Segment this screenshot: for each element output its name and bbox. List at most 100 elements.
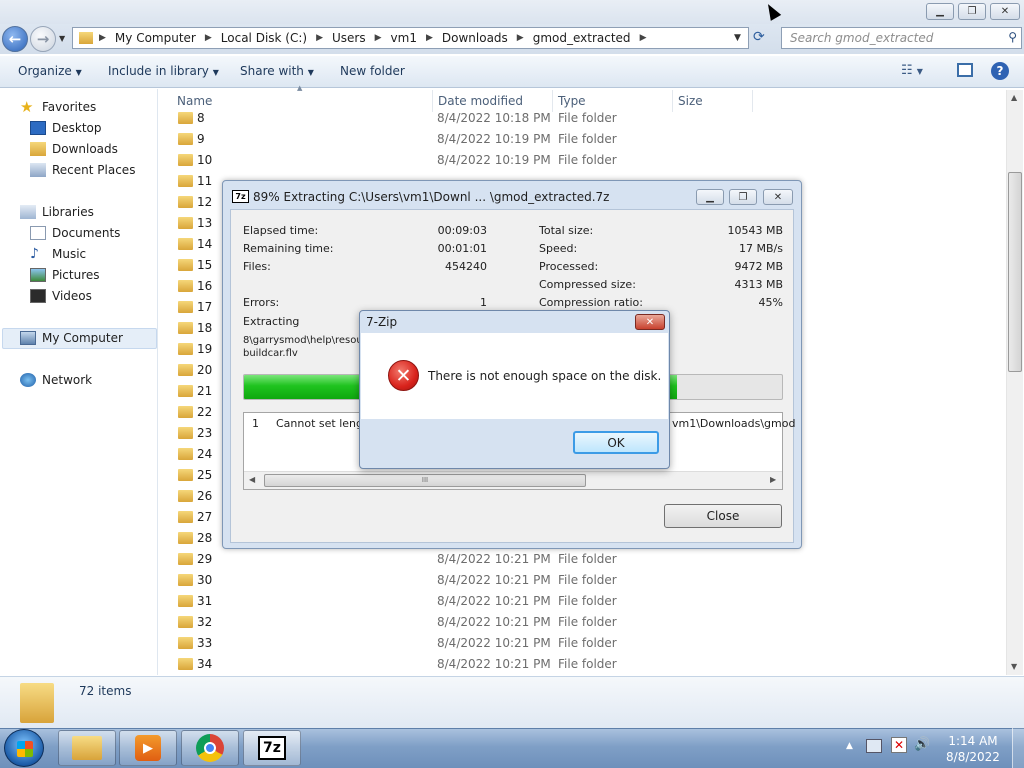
recent-pages-chevron-icon[interactable]: ▼ — [59, 34, 65, 43]
include-in-library-menu[interactable]: Include in library ▼ — [108, 64, 219, 78]
crumb-my-computer[interactable]: My Computer — [115, 31, 196, 45]
sidebar-item-pictures[interactable]: Pictures — [30, 268, 100, 282]
scroll-thumb[interactable] — [1008, 172, 1022, 372]
sidebar-item-network[interactable]: Network — [20, 373, 92, 387]
sidebar-item-desktop[interactable]: Desktop — [30, 121, 102, 135]
error-close-button[interactable]: ✕ — [635, 314, 665, 330]
organize-menu[interactable]: Organize ▼ — [18, 64, 82, 78]
file-row[interactable]: 29 8/4/2022 10:21 PM File folder — [160, 549, 1005, 570]
share-with-menu[interactable]: Share with ▼ — [240, 64, 314, 78]
scroll-left-arrow-icon[interactable]: ◀ — [249, 475, 255, 484]
crumb-users[interactable]: Users — [332, 31, 366, 45]
taskbar-7zip[interactable]: 7z — [243, 730, 301, 766]
item-count: 72 items — [79, 684, 132, 698]
folder-icon — [178, 133, 193, 145]
extract-minimize-button[interactable]: ▁ — [696, 189, 724, 205]
address-dropdown-icon[interactable]: ▼ — [734, 33, 741, 43]
horizontal-scroll-thumb[interactable]: III — [264, 474, 586, 487]
address-bar[interactable]: ▶ My Computer ▶ Local Disk (C:) ▶ Users … — [72, 27, 749, 49]
taskbar-media-player[interactable]: ▶ — [119, 730, 177, 766]
sidebar-item-recent-places[interactable]: Recent Places — [30, 163, 135, 177]
show-desktop-button[interactable] — [1012, 728, 1024, 768]
chevron-right-icon[interactable]: ▶ — [517, 33, 524, 43]
chevron-right-icon[interactable]: ▶ — [205, 33, 212, 43]
view-options-icon[interactable]: ☷ ▼ — [901, 63, 923, 78]
libraries-icon — [20, 205, 36, 219]
sidebar-item-downloads[interactable]: Downloads — [30, 142, 118, 156]
folder-icon — [178, 175, 193, 187]
sidebar-item-videos[interactable]: Videos — [30, 289, 92, 303]
system-clock[interactable]: 1:14 AM 8/8/2022 — [943, 733, 1003, 765]
folder-icon — [178, 553, 193, 565]
folder-icon — [178, 532, 193, 544]
extract-restore-button[interactable]: ❐ — [729, 189, 757, 205]
sidebar-item-music[interactable]: ♪ Music — [30, 247, 86, 261]
log-index: 1 — [252, 417, 259, 430]
file-row[interactable]: 30 8/4/2022 10:21 PM File folder — [160, 570, 1005, 591]
crumb-gmod-extracted[interactable]: gmod_extracted — [533, 31, 631, 45]
vertical-scrollbar[interactable]: ▲ ▼ — [1006, 90, 1023, 675]
preview-pane-icon[interactable] — [957, 63, 973, 77]
file-name: 27 — [197, 510, 213, 524]
restore-button[interactable]: ❐ — [958, 3, 986, 20]
file-row[interactable]: 8 8/4/2022 10:18 PM File folder — [160, 108, 1005, 129]
sidebar-item-documents[interactable]: Documents — [30, 226, 120, 240]
scroll-up-arrow-icon[interactable]: ▲ — [1011, 93, 1017, 102]
chevron-right-icon[interactable]: ▶ — [375, 33, 382, 43]
chevron-right-icon[interactable]: ▶ — [99, 33, 106, 43]
refresh-icon[interactable]: ⟳ — [753, 29, 765, 45]
file-row[interactable]: 10 8/4/2022 10:19 PM File folder — [160, 150, 1005, 171]
horizontal-scrollbar[interactable]: ◀ III ▶ — [244, 471, 782, 489]
show-hidden-icons-icon[interactable]: ▲ — [846, 741, 853, 751]
back-button[interactable]: ← — [2, 26, 28, 52]
file-row[interactable]: 31 8/4/2022 10:21 PM File folder — [160, 591, 1005, 612]
folder-large-icon — [20, 683, 54, 723]
folder-icon — [178, 595, 193, 607]
scroll-right-arrow-icon[interactable]: ▶ — [770, 475, 776, 484]
crumb-local-disk[interactable]: Local Disk (C:) — [221, 31, 307, 45]
chevron-right-icon[interactable]: ▶ — [640, 33, 647, 43]
file-row[interactable]: 32 8/4/2022 10:21 PM File folder — [160, 612, 1005, 633]
forward-button[interactable]: → — [30, 26, 56, 52]
file-type: File folder — [558, 111, 617, 125]
file-row[interactable]: 33 8/4/2022 10:21 PM File folder — [160, 633, 1005, 654]
new-folder-button[interactable]: New folder — [340, 64, 405, 78]
scroll-down-arrow-icon[interactable]: ▼ — [1011, 662, 1017, 671]
file-row[interactable]: 34 8/4/2022 10:21 PM File folder — [160, 654, 1005, 674]
close-button[interactable]: ✕ — [990, 3, 1020, 20]
file-date: 8/4/2022 10:19 PM — [437, 132, 551, 146]
close-extraction-button[interactable]: Close — [664, 504, 782, 528]
back-arrow-icon: ← — [8, 30, 22, 48]
file-date: 8/4/2022 10:18 PM — [437, 111, 551, 125]
files-label: Files: — [243, 260, 271, 273]
clock-time: 1:14 AM — [948, 734, 998, 748]
chevron-right-icon[interactable]: ▶ — [426, 33, 433, 43]
sidebar-item-favorites[interactable]: ★ Favorites — [20, 100, 96, 115]
crumb-vm1[interactable]: vm1 — [391, 31, 417, 45]
help-icon[interactable]: ? — [991, 62, 1009, 80]
column-header-name[interactable]: Name — [177, 94, 212, 108]
crumb-downloads[interactable]: Downloads — [442, 31, 508, 45]
search-input[interactable]: Search gmod_extracted ⚲ — [781, 27, 1022, 49]
network-tray-icon[interactable] — [866, 739, 882, 753]
taskbar-chrome[interactable] — [181, 730, 239, 766]
minimize-button[interactable]: ▁ — [926, 3, 954, 20]
file-name: 11 — [197, 174, 213, 188]
sidebar-item-my-computer[interactable]: My Computer — [20, 331, 123, 345]
volume-icon[interactable]: 🔊 — [914, 737, 930, 752]
action-center-icon[interactable]: ✕ — [891, 737, 907, 753]
explorer-folder-icon — [72, 736, 102, 760]
start-button[interactable] — [4, 729, 44, 767]
file-name: 17 — [197, 300, 213, 314]
taskbar-explorer[interactable] — [58, 730, 116, 766]
music-icon: ♪ — [30, 246, 39, 262]
extract-close-button[interactable]: ✕ — [763, 189, 793, 205]
column-header-type[interactable]: Type — [558, 94, 586, 108]
ok-button[interactable]: OK — [573, 431, 659, 454]
column-header-size[interactable]: Size — [678, 94, 703, 108]
file-row[interactable]: 9 8/4/2022 10:19 PM File folder — [160, 129, 1005, 150]
chevron-right-icon[interactable]: ▶ — [316, 33, 323, 43]
sidebar-item-libraries[interactable]: Libraries — [20, 205, 94, 219]
folder-icon — [178, 154, 193, 166]
column-header-date[interactable]: Date modified — [438, 94, 523, 108]
